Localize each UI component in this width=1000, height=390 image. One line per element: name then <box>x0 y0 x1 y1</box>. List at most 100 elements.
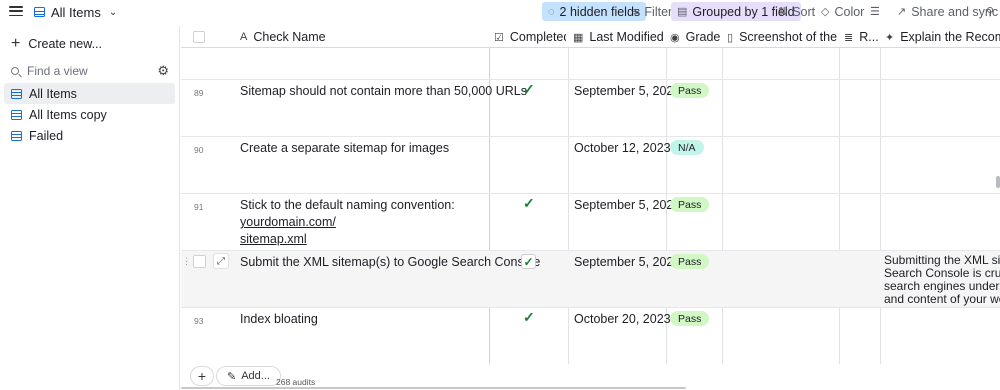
grid-view-icon <box>34 7 45 17</box>
add-record-button[interactable]: + <box>190 366 214 386</box>
select-all-checkbox[interactable] <box>193 31 205 43</box>
column-header-check-name[interactable]: A Check Name <box>240 26 485 48</box>
grade-pill[interactable]: Pass <box>670 83 710 98</box>
check-name-link[interactable]: sitemap.xml <box>240 232 307 246</box>
sidebar-item-failed[interactable]: Failed <box>4 125 175 146</box>
row-select-checkbox[interactable] <box>193 255 206 268</box>
single-select-icon: ◉ <box>670 31 680 44</box>
magic-wand-icon: ✎ <box>227 370 237 383</box>
column-header-screenshot[interactable]: ▯ Screenshot of the... <box>727 26 837 48</box>
calendar-icon: ▦ <box>573 31 584 44</box>
explain-cell[interactable]: Submitting the XML sitemap(s) Search Con… <box>884 254 1000 306</box>
last-modified-cell: September 5, 2023 <box>574 255 681 269</box>
explain-line: and content of your website. B <box>884 292 1000 306</box>
check-name-text: Stick to the default naming convention: <box>240 198 455 212</box>
table-row[interactable] <box>181 49 1000 80</box>
grade-pill[interactable]: Pass <box>670 254 710 269</box>
chevron-down-icon: ⌄ <box>108 6 118 18</box>
long-text-icon: ≣ <box>844 31 854 44</box>
vertical-scrollbar[interactable] <box>996 176 1000 188</box>
check-name-link[interactable]: yourdomain.com/ <box>240 215 336 229</box>
find-view-placeholder: Find a view <box>27 64 88 78</box>
sort-label: Sort <box>792 4 816 19</box>
sidebar-item-label: All Items copy <box>29 107 107 122</box>
color-button[interactable]: ◇ Color <box>815 2 870 21</box>
check-name-cell[interactable]: Stick to the default naming convention: … <box>240 197 485 248</box>
grid-footer: + ✎ Add... 268 audits <box>181 364 1000 390</box>
records-grid: A Check Name ☑ Completed? ▦ Last Modifie… <box>181 26 1000 390</box>
table-row[interactable]: 91 Stick to the default naming conventio… <box>181 194 1000 251</box>
expand-record-icon[interactable]: ⤢ <box>213 253 229 269</box>
add-menu-button[interactable]: ✎ Add... <box>216 366 281 386</box>
top-toolbar: All Items ⌄ ◌ 2 hidden fields ≡ Filter ▤… <box>0 0 1000 24</box>
share-icon: ↗ <box>897 6 907 18</box>
column-header-label: R... <box>859 30 878 44</box>
search-icon: ⚲ <box>986 6 995 18</box>
check-name-cell[interactable]: Submit the XML sitemap(s) to Google Sear… <box>240 254 540 271</box>
sidebar-item-all-items-copy[interactable]: All Items copy <box>4 104 175 125</box>
last-modified-cell: October 20, 2023 <box>574 312 671 326</box>
table-row[interactable]: 89 Sitemap should not contain more than … <box>181 80 1000 137</box>
grade-pill[interactable]: N/A <box>670 140 704 155</box>
row-height-icon: ☰ <box>870 6 880 18</box>
table-row[interactable]: ⋮⋮ ⤢ Submit the XML sitemap(s) to Google… <box>181 251 1000 308</box>
column-header-completed[interactable]: ☑ Completed? <box>494 26 566 48</box>
check-name-cell[interactable]: Sitemap should not contain more than 50,… <box>240 83 527 100</box>
grade-pill[interactable]: Pass <box>670 311 710 326</box>
group-icon: ▤ <box>677 6 688 18</box>
filter-label: Filter <box>644 4 673 19</box>
check-name-cell[interactable]: Create a separate sitemap for images <box>240 140 449 157</box>
column-header-label: Last Modified <box>589 30 664 44</box>
create-new-button[interactable]: + Create new... <box>11 36 102 52</box>
row-number: 91 <box>194 202 204 212</box>
table-row[interactable]: 90 Create a separate sitemap for images … <box>181 137 1000 194</box>
column-header-label: Screenshot of the... <box>739 30 837 44</box>
last-modified-cell: September 5, 2023 <box>574 198 681 212</box>
view-switcher[interactable]: All Items ⌄ <box>34 3 117 21</box>
last-modified-cell: September 5, 2023 <box>574 84 681 98</box>
completed-check-icon[interactable]: ✓ <box>523 81 535 98</box>
horizontal-scrollbar[interactable] <box>181 387 686 389</box>
column-header-r[interactable]: ≣ R... <box>844 26 878 48</box>
last-modified-cell: October 12, 2023 <box>574 141 671 155</box>
completed-check-icon[interactable]: ✓ <box>523 195 535 212</box>
text-field-icon: A <box>240 31 248 43</box>
find-view-search[interactable]: Find a view ⚙ <box>11 61 171 81</box>
search-button[interactable]: ⚲ <box>980 2 1000 21</box>
sidebar-item-all-items[interactable]: All Items <box>4 83 175 104</box>
row-number: 89 <box>194 88 204 98</box>
gear-icon[interactable]: ⚙ <box>157 63 169 79</box>
views-sidebar: + Create new... Find a view ⚙ All Items … <box>0 26 180 390</box>
create-new-label: Create new... <box>28 37 102 51</box>
sort-icon: ⇅ <box>778 6 788 18</box>
paint-bucket-icon: ◇ <box>821 6 830 18</box>
ai-field-icon: ✦ <box>885 31 895 44</box>
sort-button[interactable]: ⇅ Sort <box>772 2 821 21</box>
menu-icon[interactable] <box>9 4 23 18</box>
attachment-icon: ▯ <box>727 31 734 44</box>
row-number: 90 <box>194 145 204 155</box>
table-row[interactable]: 93 Index bloating ✓ October 20, 2023 Pas… <box>181 308 1000 365</box>
search-icon <box>11 67 19 75</box>
column-header-grade[interactable]: ◉ Grade <box>670 26 720 48</box>
completed-checkbox[interactable]: ✓ <box>521 254 536 269</box>
color-label: Color <box>834 4 865 19</box>
sidebar-item-label: Failed <box>29 128 64 143</box>
record-count: 268 audits <box>276 377 316 387</box>
eye-off-icon: ◌ <box>548 5 555 18</box>
column-header-explain[interactable]: ✦ Explain the Recommendatio <box>885 26 1000 48</box>
column-header-label: Grade <box>685 30 720 44</box>
column-header-label: Explain the Recommendatio <box>900 30 1000 44</box>
row-height-button[interactable]: ☰ <box>864 2 886 21</box>
row-number: 93 <box>194 316 204 326</box>
column-header-last-modified[interactable]: ▦ Last Modified <box>573 26 665 48</box>
column-header-label: Check Name <box>253 30 326 44</box>
completed-check-icon[interactable]: ✓ <box>523 309 535 326</box>
filter-icon: ≡ <box>633 5 640 18</box>
grade-pill[interactable]: Pass <box>670 197 710 212</box>
column-header-label: Completed? <box>509 30 566 44</box>
check-name-cell[interactable]: Index bloating <box>240 311 318 328</box>
checkbox-field-icon: ☑ <box>494 31 504 44</box>
grid-view-icon <box>11 109 22 120</box>
grid-view-icon <box>11 88 22 99</box>
